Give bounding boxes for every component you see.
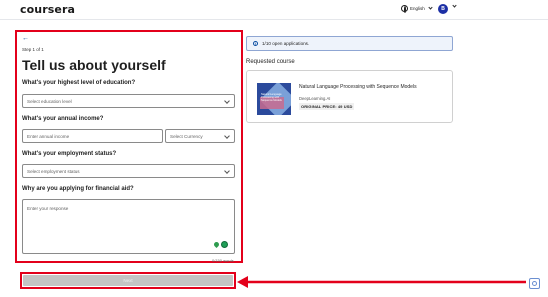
info-banner-text: 1/10 open applications. <box>262 41 310 46</box>
currency-select[interactable]: Select Currency <box>165 129 235 143</box>
language-label: English <box>410 6 425 11</box>
top-navigation-bar: coursera English B <box>0 0 548 20</box>
globe-icon <box>401 5 408 13</box>
chevron-down-icon <box>224 132 230 139</box>
coursera-logo[interactable]: coursera <box>20 3 75 16</box>
course-thumbnail-text: Natural Language Processing with Sequenc… <box>261 93 282 103</box>
textarea-extension-icons <box>212 240 228 249</box>
employment-question: What's your employment status? <box>22 151 117 157</box>
course-card[interactable]: Natural Language Processing with Sequenc… <box>246 70 453 123</box>
scroll-top-icon <box>532 281 537 286</box>
employment-select-placeholder: Select employment status <box>27 168 80 174</box>
next-button[interactable]: Next <box>23 275 233 286</box>
annotation-arrow <box>237 276 526 288</box>
chevron-down-icon <box>224 167 230 174</box>
requested-course-label: Requested course <box>246 59 295 65</box>
reason-question: Why are you applying for financial aid? <box>22 186 134 192</box>
location-pin-icon[interactable] <box>212 240 221 249</box>
annual-income-placeholder: Enter annual income <box>27 133 70 139</box>
price-badge: ORIGINAL PRICE: 49 USD <box>299 103 355 110</box>
course-org: DeepLearning.AI <box>299 96 331 101</box>
course-thumbnail: Natural Language Processing with Sequenc… <box>257 83 291 115</box>
back-arrow-icon[interactable]: ← <box>22 35 29 42</box>
chevron-down-icon <box>224 97 230 104</box>
employment-select[interactable]: Select employment status <box>22 164 235 178</box>
scroll-to-top-button[interactable] <box>529 278 540 289</box>
education-select-placeholder: Select education level <box>27 98 72 104</box>
account-menu-chevron-icon[interactable] <box>452 3 457 8</box>
word-counter: 0/150 words <box>212 258 234 263</box>
chevron-down-icon <box>428 5 433 10</box>
step-indicator: Step 1 of 1 <box>22 47 44 52</box>
language-selector[interactable]: English <box>401 5 433 13</box>
page-title: Tell us about yourself <box>22 57 166 73</box>
currency-select-placeholder: Select Currency <box>170 133 203 139</box>
education-select[interactable]: Select education level <box>22 94 235 108</box>
info-icon: i <box>253 41 258 46</box>
education-question: What's your highest level of education? <box>22 80 136 86</box>
course-title: Natural Language Processing with Sequenc… <box>299 84 417 90</box>
info-banner: i 1/10 open applications. <box>246 36 453 51</box>
grammar-assistant-icon[interactable] <box>221 241 228 248</box>
reason-textarea[interactable]: Enter your response <box>22 199 235 254</box>
annotation-arrowhead <box>237 276 248 288</box>
reason-placeholder: Enter your response <box>27 206 69 211</box>
user-avatar[interactable]: B <box>438 4 448 14</box>
income-question: What's your annual income? <box>22 116 104 122</box>
annual-income-input[interactable]: Enter annual income <box>22 129 163 143</box>
